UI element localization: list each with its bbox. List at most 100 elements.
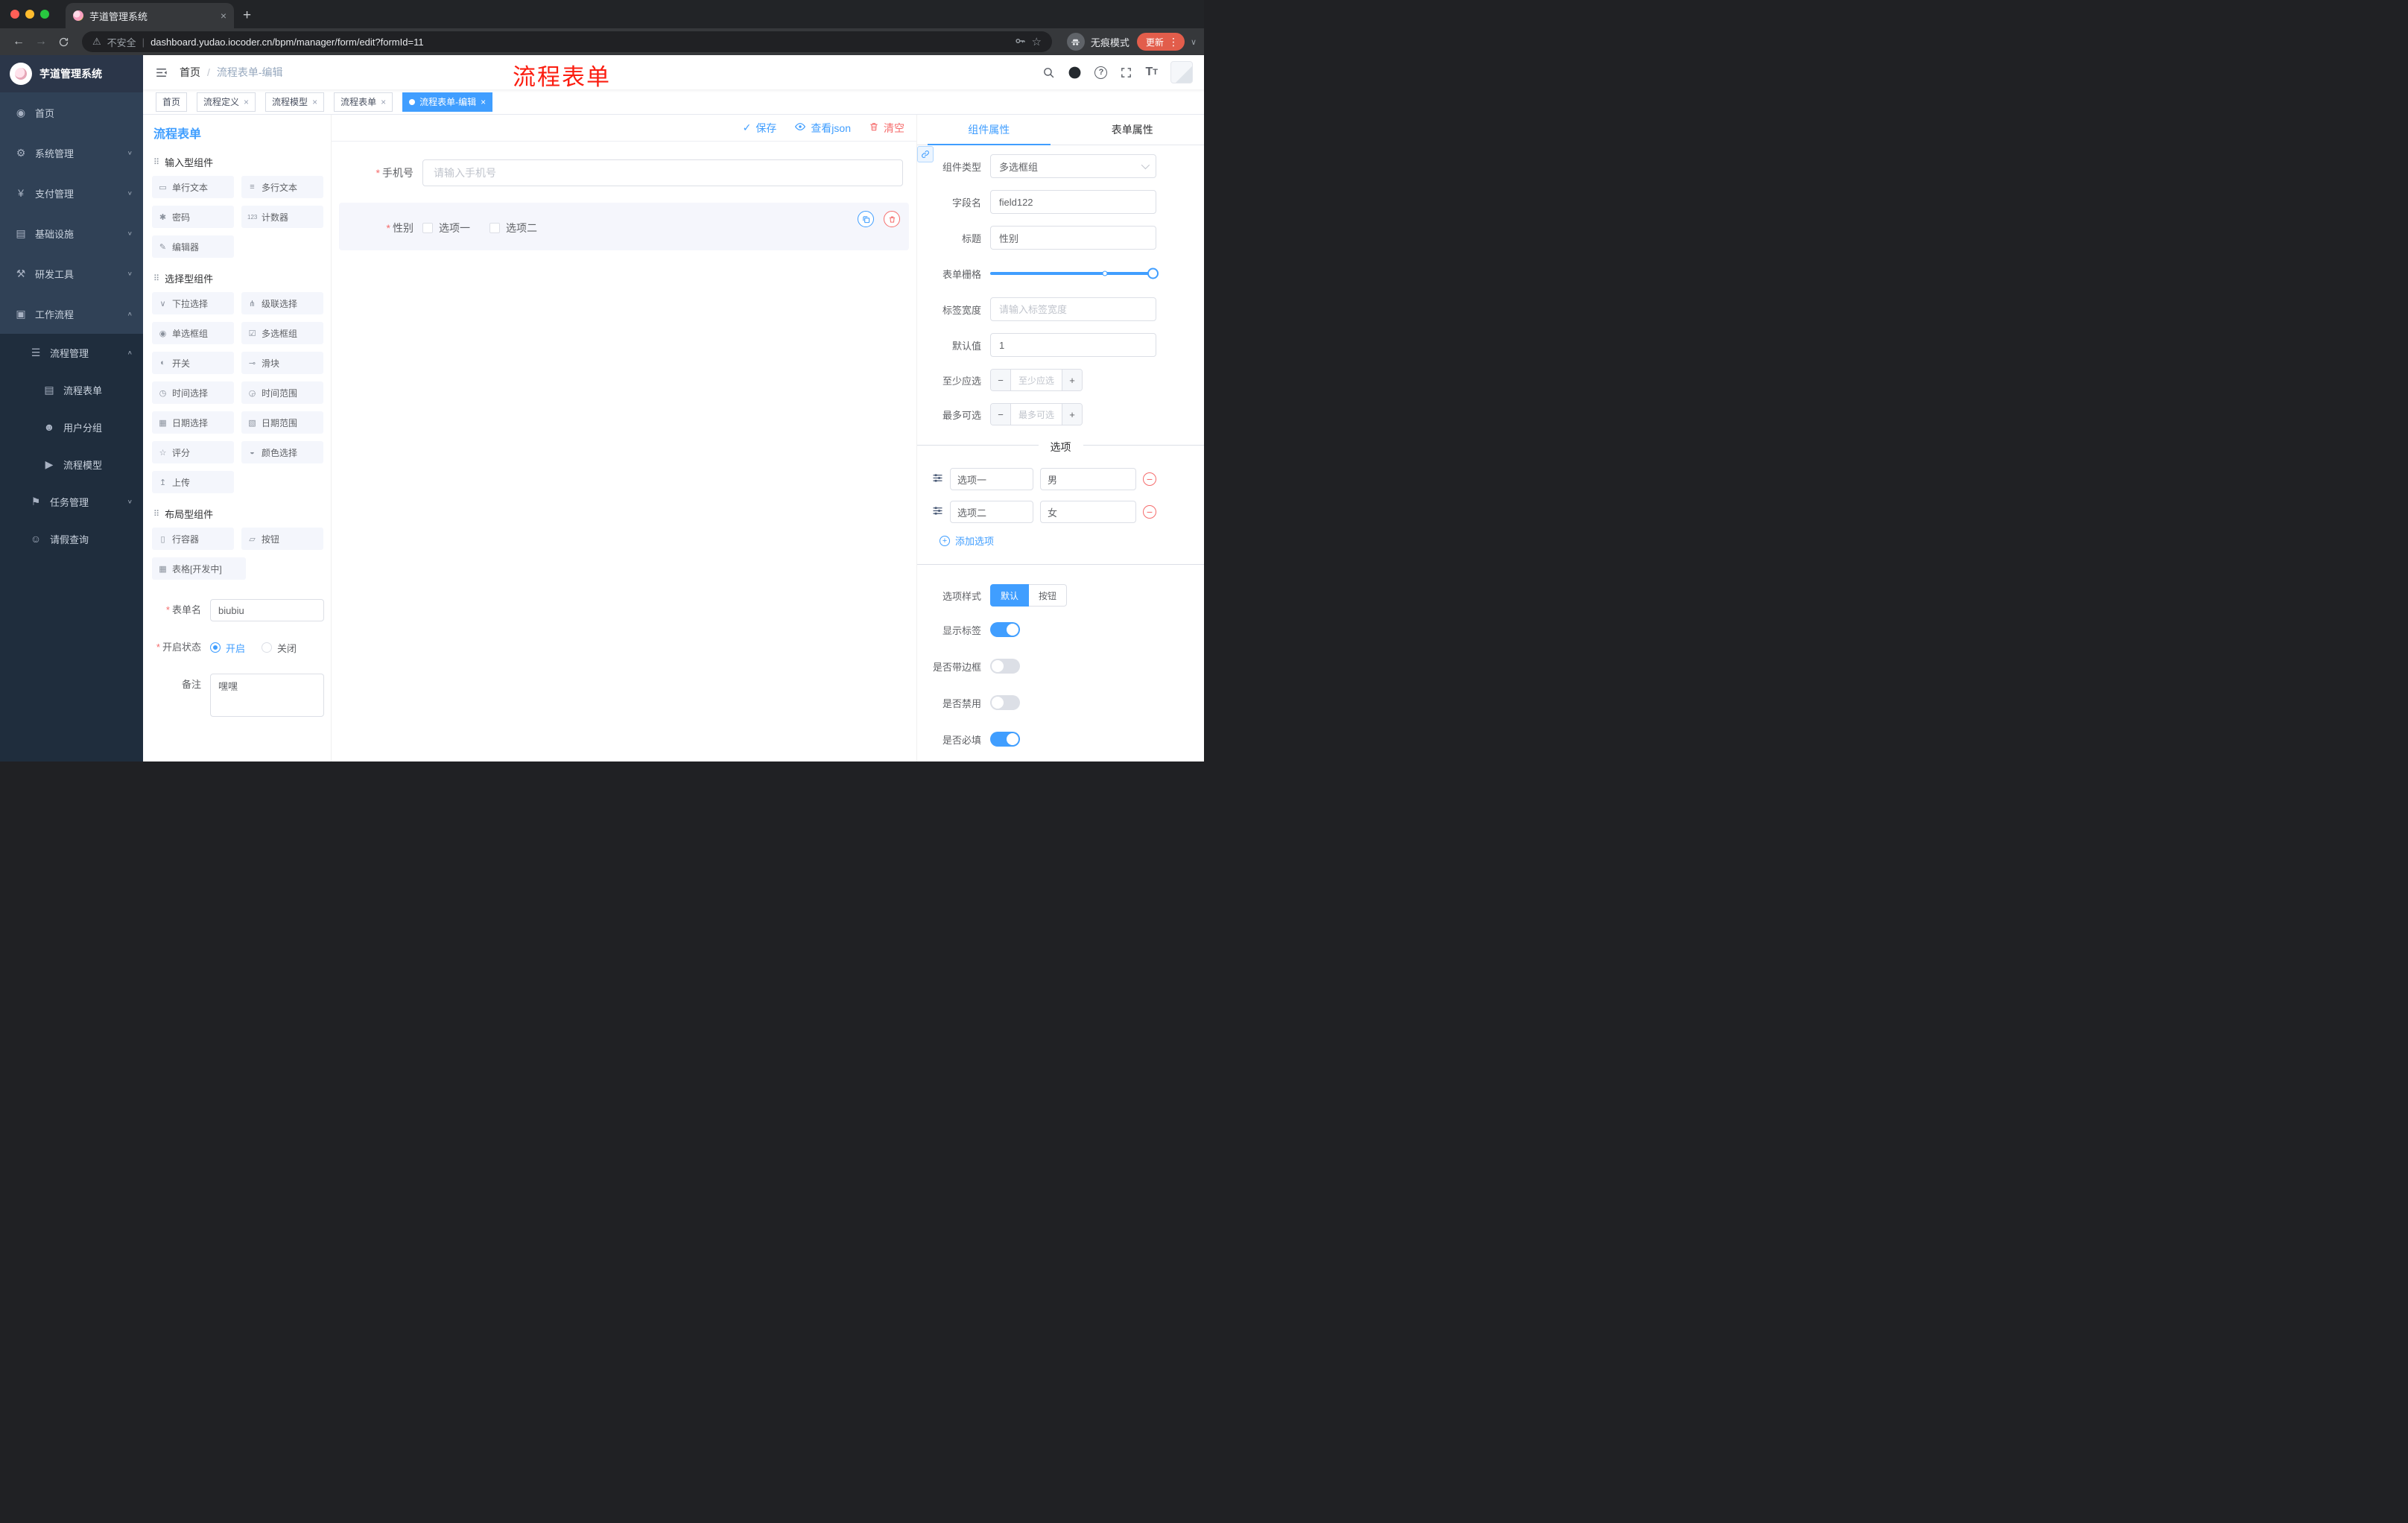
option-1-label-input[interactable]: [950, 468, 1033, 490]
palette-item-time-picker[interactable]: ◷ 时间选择: [152, 381, 234, 404]
option-2-label-input[interactable]: [950, 501, 1033, 523]
fullscreen-icon[interactable]: [1120, 66, 1132, 79]
address-bar[interactable]: ⚠ 不安全 | dashboard.yudao.iocoder.cn/bpm/m…: [82, 31, 1052, 52]
link-icon[interactable]: [917, 146, 934, 162]
bookmark-star-icon[interactable]: ☆: [1031, 35, 1041, 48]
status-off-radio[interactable]: 关闭: [262, 641, 297, 655]
drag-handle-icon[interactable]: [932, 472, 943, 486]
palette-item-password[interactable]: ✱ 密码: [152, 206, 234, 228]
sidebar-item-task-management[interactable]: ⚑ 任务管理 ∨: [0, 483, 143, 520]
minimize-window-button[interactable]: [25, 10, 34, 19]
sidebar-item-devtools[interactable]: ⚒ 研发工具 ∨: [0, 253, 143, 294]
font-size-icon[interactable]: TT: [1145, 66, 1158, 79]
sidebar-item-infrastructure[interactable]: ▤ 基础设施 ∨: [0, 213, 143, 253]
form-grid-slider[interactable]: [990, 262, 1159, 285]
browser-menu-icon[interactable]: ⋮: [1167, 36, 1180, 48]
palette-item-rate[interactable]: ☆ 评分: [152, 441, 234, 463]
increase-button[interactable]: +: [1062, 370, 1082, 390]
form-name-input[interactable]: [210, 599, 324, 621]
tag-close-icon[interactable]: ×: [312, 97, 317, 107]
default-value-input[interactable]: [990, 333, 1156, 357]
palette-item-row-container[interactable]: ▯ 行容器: [152, 528, 234, 550]
github-icon[interactable]: [1068, 66, 1082, 80]
help-icon[interactable]: ?: [1094, 66, 1108, 79]
tab-close-icon[interactable]: ×: [221, 10, 226, 22]
palette-item-table[interactable]: ▦ 表格[开发中]: [152, 557, 246, 580]
key-icon[interactable]: [1015, 36, 1026, 48]
browser-tab[interactable]: 芋道管理系统 ×: [66, 3, 234, 28]
palette-item-multi-text[interactable]: ≡ 多行文本: [241, 176, 323, 198]
breadcrumb-home[interactable]: 首页: [180, 65, 200, 80]
palette-item-dropdown[interactable]: ∨ 下拉选择: [152, 292, 234, 314]
palette-item-cascade[interactable]: ⋔ 级联选择: [241, 292, 323, 314]
increase-button[interactable]: +: [1062, 404, 1082, 425]
search-icon[interactable]: [1042, 66, 1055, 79]
style-button-button[interactable]: 按钮: [1029, 584, 1068, 607]
palette-item-radio-group[interactable]: ◉ 单选框组: [152, 322, 234, 344]
palette-item-upload[interactable]: ↥ 上传: [152, 471, 234, 493]
update-button[interactable]: 更新 ⋮: [1136, 33, 1185, 51]
sidebar-item-process-model[interactable]: ▶ 流程模型: [0, 446, 143, 483]
gender-option-1-checkbox[interactable]: 选项一: [422, 221, 470, 235]
sidebar-item-home[interactable]: ◉ 首页: [0, 92, 143, 133]
decrease-button[interactable]: −: [991, 404, 1011, 425]
label-width-input[interactable]: [990, 297, 1156, 321]
option-1-value-input[interactable]: [1040, 468, 1136, 490]
chevron-down-icon[interactable]: ∨: [1191, 37, 1197, 47]
canvas-widget-phone[interactable]: * 手机号: [339, 151, 909, 195]
zoom-window-button[interactable]: [40, 10, 49, 19]
phone-input[interactable]: [422, 159, 903, 186]
tag-home[interactable]: 首页: [156, 92, 188, 112]
border-toggle[interactable]: [990, 659, 1020, 674]
sidebar-item-leave-query[interactable]: ☺ 请假查询: [0, 520, 143, 557]
style-default-button[interactable]: 默认: [990, 584, 1030, 607]
tag-process-form-edit[interactable]: 流程表单-编辑 ×: [402, 92, 493, 112]
field-name-input[interactable]: [990, 190, 1156, 214]
delete-widget-icon[interactable]: [884, 211, 900, 227]
remark-textarea[interactable]: 嘿嘿: [210, 674, 324, 717]
tag-close-icon[interactable]: ×: [381, 97, 386, 107]
palette-item-switch[interactable]: ◐ 开关: [152, 352, 234, 374]
max-select-placeholder[interactable]: 最多可选: [1011, 404, 1062, 425]
forward-icon[interactable]: →: [30, 35, 52, 48]
option-2-value-input[interactable]: [1040, 501, 1136, 523]
back-icon[interactable]: ←: [7, 35, 30, 48]
reload-icon[interactable]: [52, 37, 75, 48]
close-window-button[interactable]: [10, 10, 19, 19]
disabled-toggle[interactable]: [990, 695, 1020, 710]
clear-button[interactable]: 清空: [869, 121, 904, 136]
palette-item-date-picker[interactable]: ▦ 日期选择: [152, 411, 234, 434]
status-on-radio[interactable]: 开启: [210, 641, 245, 655]
save-button[interactable]: ✓ 保存: [743, 121, 777, 136]
sidebar-item-process-form[interactable]: ▤ 流程表单: [0, 371, 143, 408]
tag-close-icon[interactable]: ×: [244, 97, 249, 107]
tag-process-definition[interactable]: 流程定义 ×: [197, 92, 256, 112]
palette-item-color-picker[interactable]: ◒ 颜色选择: [241, 441, 323, 463]
sidebar-item-system[interactable]: ⚙ 系统管理 ∨: [0, 133, 143, 173]
palette-item-counter[interactable]: 123 计数器: [241, 206, 323, 228]
add-option-button[interactable]: + 添加选项: [940, 533, 1204, 548]
palette-item-checkbox-group[interactable]: ☑ 多选框组: [241, 322, 323, 344]
tag-close-icon[interactable]: ×: [481, 97, 486, 107]
min-select-placeholder[interactable]: 至少应选: [1011, 370, 1062, 390]
show-label-toggle[interactable]: [990, 622, 1020, 637]
palette-item-editor[interactable]: ✎ 编辑器: [152, 235, 234, 258]
palette-item-slider[interactable]: ⊸ 滑块: [241, 352, 323, 374]
palette-item-single-text[interactable]: ▭ 单行文本: [152, 176, 234, 198]
sidebar-item-payment[interactable]: ¥ 支付管理 ∨: [0, 173, 143, 213]
user-avatar[interactable]: [1170, 61, 1193, 83]
new-tab-button[interactable]: +: [243, 7, 251, 24]
tab-component-props[interactable]: 组件属性: [917, 115, 1061, 145]
canvas-widget-gender[interactable]: * 性别 选项一 选项二: [339, 203, 909, 250]
remove-option-icon[interactable]: −: [1143, 472, 1156, 486]
sidebar-item-user-group[interactable]: ☻ 用户分组: [0, 408, 143, 446]
drag-handle-icon[interactable]: [932, 505, 943, 519]
slider-handle[interactable]: [1147, 267, 1159, 279]
sidebar-item-process-management[interactable]: ☰ 流程管理 ∧: [0, 334, 143, 371]
gender-option-2-checkbox[interactable]: 选项二: [489, 221, 537, 235]
decrease-button[interactable]: −: [991, 370, 1011, 390]
palette-item-time-range[interactable]: ◶ 时间范围: [241, 381, 323, 404]
required-toggle[interactable]: [990, 732, 1020, 747]
tag-process-form[interactable]: 流程表单 ×: [334, 92, 393, 112]
component-type-select[interactable]: 多选框组: [990, 154, 1156, 178]
